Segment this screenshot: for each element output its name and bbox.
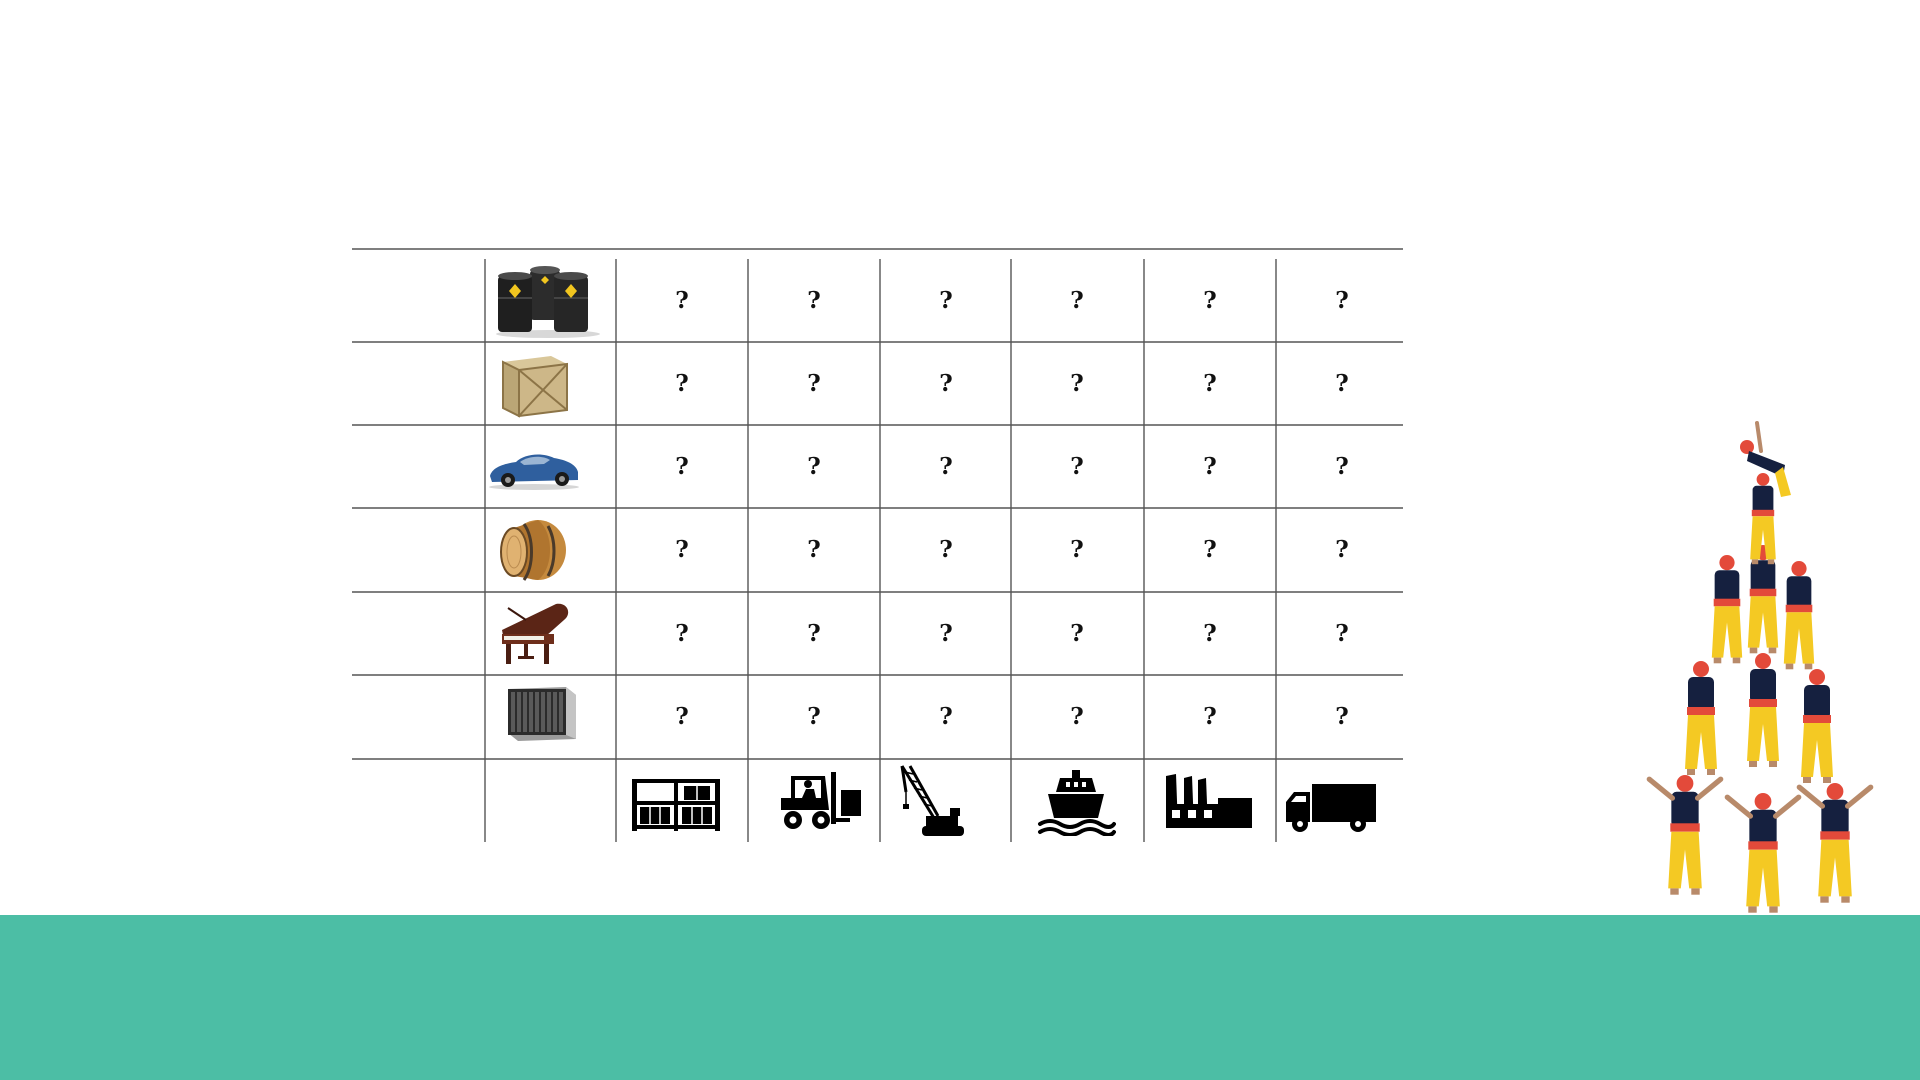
question-mark-cell: ? [1335, 703, 1349, 730]
question-mark-cell: ? [1070, 703, 1084, 730]
question-mark-cell: ? [807, 536, 821, 563]
truck-icon [1282, 780, 1378, 836]
question-mark-cell: ? [1203, 619, 1217, 647]
ship-icon [1036, 768, 1116, 836]
question-mark-cell: ? [1335, 286, 1349, 314]
question-mark-cell: ? [1335, 536, 1349, 563]
question-mark-cell: ? [675, 452, 689, 480]
question-mark-cell: ? [939, 703, 953, 730]
question-mark-cell: ? [675, 286, 689, 314]
question-mark-cell: ? [1203, 286, 1217, 314]
question-mark-cell: ? [1335, 452, 1349, 480]
question-mark-cell: ? [807, 452, 821, 480]
question-mark-cell: ? [1203, 703, 1217, 730]
question-mark-cell: ? [675, 369, 689, 397]
wooden-crate-icon [495, 348, 575, 420]
question-mark-cell: ? [807, 286, 821, 314]
question-mark-cell: ? [1070, 286, 1084, 314]
question-mark-cell: ? [807, 619, 821, 647]
question-mark-cell: ? [1335, 619, 1349, 647]
question-mark-cell: ? [1070, 369, 1084, 397]
storage-rack-icon [630, 775, 722, 833]
question-mark-cell: ? [939, 369, 953, 397]
human-tower-icon [1635, 415, 1890, 945]
slide: ???????????????????????????????????? [0, 0, 1920, 1080]
server-rack-icon [500, 683, 582, 745]
question-mark-cell: ? [675, 536, 689, 563]
factory-icon [1162, 770, 1256, 832]
question-mark-cell: ? [807, 703, 821, 730]
crane-icon [896, 762, 970, 840]
question-mark-cell: ? [1203, 536, 1217, 563]
question-mark-cell: ? [939, 452, 953, 480]
wooden-barrel-icon [494, 518, 572, 584]
question-mark-cell: ? [1203, 369, 1217, 397]
oil-barrels-icon [490, 262, 602, 338]
question-mark-cell: ? [939, 536, 953, 563]
grand-piano-icon [496, 596, 576, 670]
question-mark-cell: ? [1070, 536, 1084, 563]
question-mark-cell: ? [1070, 452, 1084, 480]
question-mark-cell: ? [1070, 619, 1084, 647]
question-mark-cell: ? [939, 619, 953, 647]
question-mark-cell: ? [807, 369, 821, 397]
question-mark-cell: ? [1203, 452, 1217, 480]
question-mark-cell: ? [1335, 369, 1349, 397]
forklift-icon [777, 770, 873, 832]
question-mark-cell: ? [675, 619, 689, 647]
question-mark-cell: ? [675, 703, 689, 730]
sports-car-icon [486, 442, 582, 492]
question-mark-cell: ? [939, 286, 953, 314]
